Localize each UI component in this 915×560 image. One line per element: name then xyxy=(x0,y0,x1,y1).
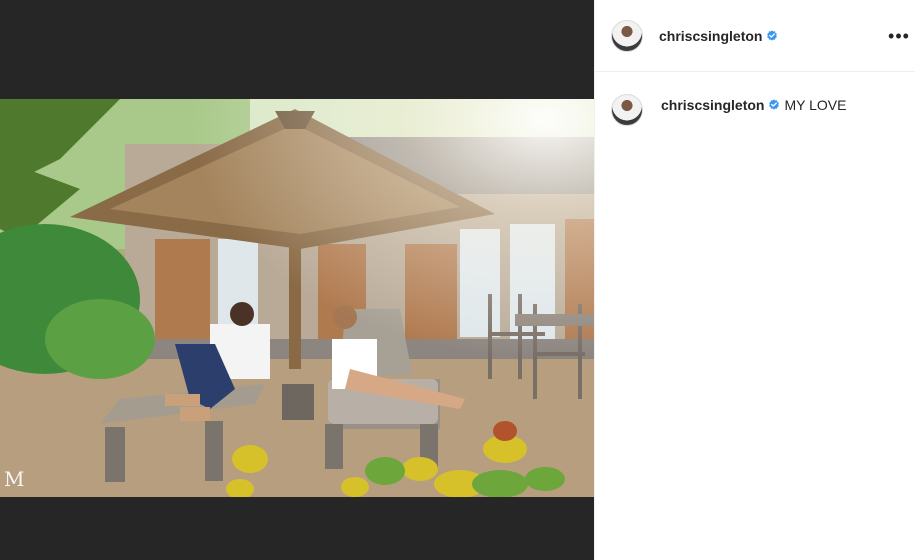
verified-badge-icon xyxy=(767,29,778,41)
post-header: chriscsingleton ••• xyxy=(595,0,915,72)
caption-username[interactable]: chriscsingleton xyxy=(661,97,764,113)
more-options-button[interactable]: ••• xyxy=(887,26,911,46)
photo-watermark: M xyxy=(4,467,25,491)
caption-avatar[interactable] xyxy=(611,94,643,126)
caption-row: chriscsingleton MY LOVE xyxy=(595,72,915,126)
post-photo[interactable]: M xyxy=(0,99,594,497)
avatar[interactable] xyxy=(611,19,643,52)
post-sidebar: chriscsingleton ••• chriscsingleton MY LO… xyxy=(594,0,915,560)
header-username-group: chriscsingleton xyxy=(659,28,778,44)
caption-body: MY LOVE xyxy=(784,97,847,113)
header-username[interactable]: chriscsingleton xyxy=(659,28,762,44)
caption: chriscsingleton MY LOVE xyxy=(661,94,846,114)
more-horizontal-icon: ••• xyxy=(888,25,910,46)
caption-verified-badge-icon xyxy=(769,99,780,110)
beach-cabana-photo xyxy=(0,99,594,497)
media-pane: M xyxy=(0,0,594,560)
